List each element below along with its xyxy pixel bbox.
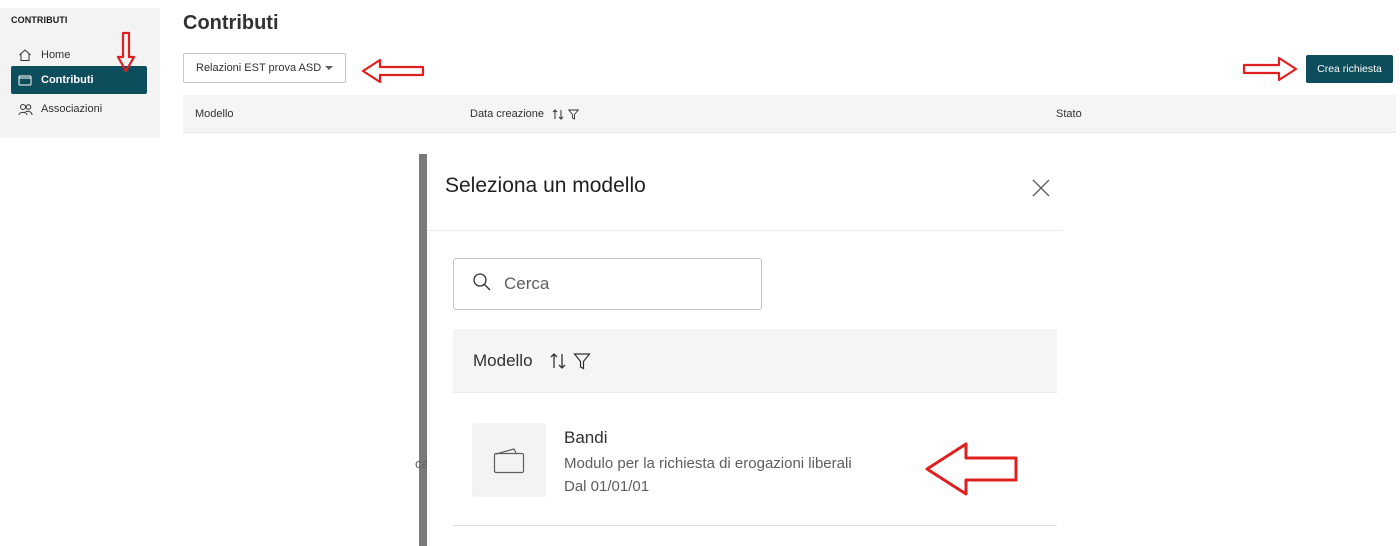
create-request-button[interactable]: Crea richiesta xyxy=(1306,55,1393,83)
annotation-arrow-right xyxy=(1242,56,1298,82)
column-header-modello[interactable]: Modello xyxy=(195,108,234,120)
search-input[interactable] xyxy=(504,274,744,294)
sidebar-item-label: Contributi xyxy=(41,74,94,86)
dropdown-value: Relazioni EST prova ASD xyxy=(196,62,322,74)
home-icon xyxy=(17,47,33,63)
close-icon[interactable] xyxy=(1030,177,1052,199)
search-box[interactable] xyxy=(453,258,762,310)
column-header-modello[interactable]: Modello xyxy=(473,351,533,371)
sidebar-item-label: Home xyxy=(41,49,71,61)
annotation-arrow-down xyxy=(116,31,136,73)
association-dropdown[interactable]: Relazioni EST prova ASD xyxy=(183,53,346,83)
modal-edge xyxy=(419,154,427,546)
template-thumbnail xyxy=(472,423,546,497)
search-icon xyxy=(472,272,492,297)
column-header-data-creazione[interactable]: Data creazione xyxy=(470,108,579,120)
template-date: Dal 01/01/01 xyxy=(564,478,650,495)
template-description: Modulo per la richiesta di erogazioni li… xyxy=(564,455,852,472)
sidebar-item-associazioni[interactable]: Associazioni xyxy=(11,95,147,123)
sidebar: CONTRIBUTI Home Contributi Associazioni xyxy=(0,8,160,138)
sidebar-section-title: CONTRIBUTI xyxy=(11,15,68,25)
annotation-arrow-left xyxy=(925,442,1018,496)
column-label: Data creazione xyxy=(470,108,544,120)
filter-icon[interactable] xyxy=(572,352,591,370)
folder-icon xyxy=(17,72,33,88)
dialog-list-header: Modello xyxy=(453,329,1057,393)
folder-icon xyxy=(493,448,525,474)
column-header-stato[interactable]: Stato xyxy=(1056,108,1082,120)
dialog-divider xyxy=(427,230,1063,231)
column-label: Modello xyxy=(195,108,234,120)
sort-icon[interactable] xyxy=(549,352,567,370)
list-header: Modello Data creazione Stato xyxy=(183,95,1396,133)
people-icon xyxy=(17,101,33,117)
sort-icon[interactable] xyxy=(552,108,564,120)
annotation-arrow-left xyxy=(361,58,425,84)
page-title: Contributi xyxy=(183,12,279,34)
column-label: Stato xyxy=(1056,108,1082,120)
filter-icon[interactable] xyxy=(568,109,579,120)
sidebar-item-label: Associazioni xyxy=(41,103,103,115)
chevron-down-icon xyxy=(325,66,333,70)
dialog-title: Seleziona un modello xyxy=(445,174,646,197)
template-title: Bandi xyxy=(564,428,608,447)
